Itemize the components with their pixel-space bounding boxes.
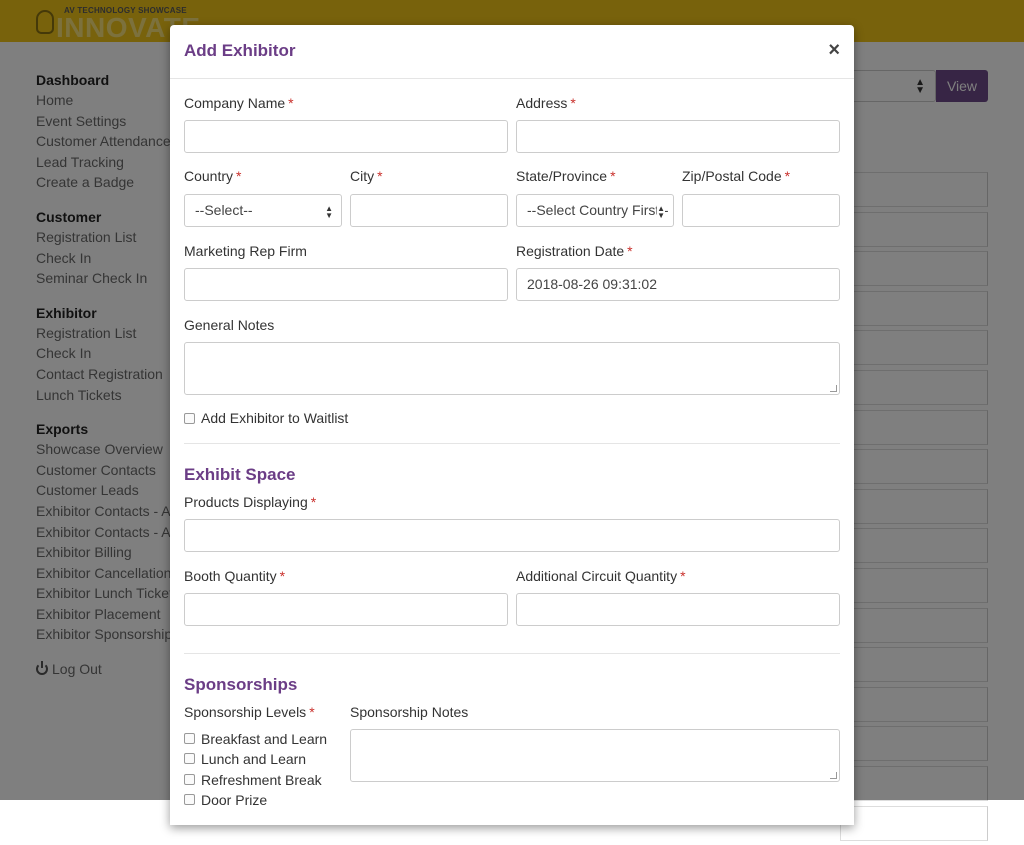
- country-label: Country *: [184, 168, 241, 184]
- sponsorship-notes-label: Sponsorship Notes: [350, 704, 469, 720]
- circuit-quantity-input[interactable]: [516, 593, 840, 626]
- company-name-input[interactable]: [184, 120, 508, 153]
- sponsorship-level-label: Lunch and Learn: [201, 751, 307, 767]
- modal-title: Add Exhibitor: [184, 41, 296, 60]
- general-notes-textarea[interactable]: [184, 342, 840, 395]
- required-mark: *: [279, 568, 286, 584]
- required-mark: *: [610, 168, 616, 184]
- add-exhibitor-modal: Add Exhibitor × Company Name * Address * C…: [170, 25, 854, 825]
- sponsorship-levels-label: Sponsorship Levels *: [184, 704, 315, 720]
- required-mark: *: [309, 704, 315, 720]
- marketing-rep-input[interactable]: [184, 268, 508, 301]
- products-label: Products Displaying *: [184, 494, 316, 510]
- registration-date-label: Registration Date *: [516, 243, 633, 259]
- address-input[interactable]: [516, 120, 840, 153]
- registration-date-label-text: Registration Date: [516, 243, 625, 259]
- company-name-label-text: Company Name: [184, 95, 286, 111]
- state-label: State/Province *: [516, 168, 616, 184]
- booth-quantity-label-text: Booth Quantity: [184, 568, 277, 584]
- marketing-rep-label: Marketing Rep Firm: [184, 243, 307, 259]
- required-mark: *: [627, 243, 633, 259]
- required-mark: *: [377, 168, 383, 184]
- waitlist-label: Add Exhibitor to Waitlist: [201, 410, 349, 426]
- circuit-quantity-label: Additional Circuit Quantity *: [516, 568, 686, 584]
- sponsorship-checkbox[interactable]: [184, 753, 195, 764]
- zip-label-text: Zip/Postal Code: [682, 168, 782, 184]
- modal-header: Add Exhibitor ×: [170, 25, 854, 79]
- sponsorship-level-label: Breakfast and Learn: [201, 731, 328, 747]
- waitlist-checkbox[interactable]: [184, 413, 195, 424]
- required-mark: *: [680, 568, 686, 584]
- required-mark: *: [236, 168, 242, 184]
- country-select-value: --Select--: [195, 202, 253, 218]
- resize-grip-icon: [830, 385, 837, 392]
- zip-label: Zip/Postal Code *: [682, 168, 790, 184]
- divider: [184, 443, 840, 444]
- close-icon[interactable]: ×: [828, 39, 840, 61]
- required-mark: *: [570, 95, 576, 111]
- required-mark: *: [784, 168, 791, 184]
- products-input[interactable]: [184, 519, 840, 552]
- products-label-text: Products Displaying: [184, 494, 308, 510]
- resize-grip-icon: [830, 772, 837, 779]
- sponsorship-checkbox[interactable]: [184, 774, 195, 785]
- general-notes-label: General Notes: [184, 317, 275, 333]
- company-name-label: Company Name *: [184, 95, 294, 111]
- city-input[interactable]: [350, 194, 508, 227]
- sponsorship-levels-label-text: Sponsorship Levels: [184, 704, 307, 720]
- sponsorship-checkbox[interactable]: [184, 733, 195, 744]
- select-arrows-icon: ▲▼: [657, 204, 665, 220]
- state-label-text: State/Province: [516, 168, 608, 184]
- address-label: Address *: [516, 95, 576, 111]
- registration-date-input[interactable]: 2018-08-26 09:31:02: [516, 268, 840, 301]
- sponsorship-notes-textarea[interactable]: [350, 729, 840, 782]
- country-label-text: Country: [184, 168, 234, 184]
- state-select[interactable]: --Select Country First-- ▲ ▼: [516, 194, 674, 227]
- state-select-value: --Select Country First--: [527, 202, 669, 218]
- circuit-quantity-label-text: Additional Circuit Quantity: [516, 568, 678, 584]
- divider: [184, 653, 840, 654]
- booth-quantity-input[interactable]: [184, 593, 508, 626]
- zip-input[interactable]: [682, 194, 840, 227]
- country-select[interactable]: --Select-- ▲ ▼: [184, 194, 342, 227]
- city-label: City *: [350, 168, 383, 184]
- sponsorships-heading: Sponsorships: [184, 675, 298, 694]
- exhibit-space-heading: Exhibit Space: [184, 465, 296, 484]
- sponsorship-level-label: Refreshment Break: [201, 772, 322, 788]
- table-row: [840, 805, 988, 841]
- address-label-text: Address: [516, 95, 568, 111]
- sponsorship-level-label: Door Prize: [201, 792, 268, 808]
- booth-quantity-label: Booth Quantity *: [184, 568, 285, 584]
- city-label-text: City: [350, 168, 375, 184]
- required-mark: *: [288, 95, 294, 111]
- select-arrows-icon: ▲▼: [325, 204, 333, 220]
- required-mark: *: [310, 494, 317, 510]
